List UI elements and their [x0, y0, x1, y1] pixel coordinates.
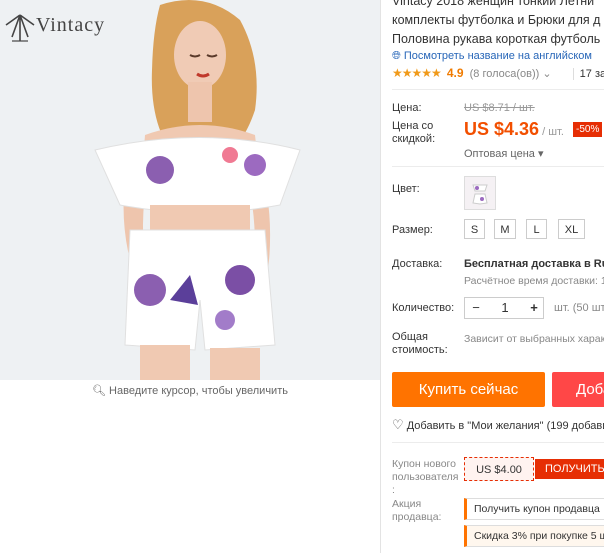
orders-count: 17 зака	[572, 68, 604, 80]
discount-badge: -50%	[573, 122, 603, 137]
seller-discount-promo: Скидка 3% при покупке 5 ш	[464, 525, 604, 547]
get-coupon-button[interactable]: ПОЛУЧИТЬ	[535, 459, 604, 479]
zoom-hint: 🔍︎ Наведите курсор, чтобы увеличить	[92, 385, 288, 397]
add-to-cart-button[interactable]: Добав	[552, 372, 604, 407]
price-unit: / шт.	[542, 126, 564, 138]
quantity-decrease-button[interactable]: −	[469, 298, 483, 318]
old-price: US $8.71 / шт.	[464, 102, 535, 114]
quantity-unit: шт. (50 шт	[554, 302, 604, 314]
new-user-coupon-label: Купон нового пользователя :	[392, 458, 459, 496]
brand-logo-text: Vintacy	[36, 14, 106, 36]
price-label: Цена:	[392, 102, 422, 114]
price-row: US $4.36 / шт. -50%	[464, 119, 603, 140]
rating-row: ★★★★★ 4.9 (8 голоса(ов)) ⌄ 17 зака	[392, 66, 604, 80]
shipping-label: Доставка:	[392, 258, 443, 270]
total-label: Общая стоимость:	[392, 331, 448, 356]
wholesale-price-link[interactable]: Оптовая цена ▾	[464, 147, 543, 160]
size-option-l[interactable]: L	[526, 219, 547, 239]
column-divider	[380, 0, 381, 553]
product-title: Vintacy 2018 женщин тонкий Летни комплек…	[392, 0, 601, 46]
product-info: Vintacy 2018 женщин тонкий Летни комплек…	[392, 0, 604, 553]
delivery-time: Расчётное время доставки: 1	[464, 275, 604, 287]
chevron-down-icon: ⌄	[542, 68, 552, 80]
swatch-image	[465, 177, 495, 209]
shipping-value: Бесплатная доставка в Rus	[464, 258, 604, 270]
size-option-xl[interactable]: XL	[558, 219, 585, 239]
separator	[392, 166, 604, 167]
color-label: Цвет:	[392, 183, 420, 195]
quantity-label: Количество:	[392, 302, 455, 314]
quantity-input[interactable]: 1	[493, 298, 517, 318]
buy-now-button[interactable]: Купить сейчас	[392, 372, 545, 407]
translate-link[interactable]: 🌐︎ Посмотреть название на английском	[392, 50, 592, 63]
current-price: US $4.36	[464, 119, 540, 139]
wishlist-link[interactable]: ♡ Добавить в "Мои желания" (199 добавил	[392, 417, 604, 433]
rating-value: 4.9	[446, 66, 464, 80]
quantity-stepper: − 1 +	[464, 297, 544, 319]
size-option-m[interactable]: M	[494, 219, 516, 239]
seller-coupon-link[interactable]: Получить купон продавца	[464, 498, 604, 520]
quantity-increase-button[interactable]: +	[527, 298, 541, 318]
discount-price-label: Цена со скидкой:	[392, 120, 436, 145]
total-value: Зависит от выбранных харак	[464, 333, 604, 345]
size-option-s[interactable]: S	[464, 219, 485, 239]
new-user-coupon-value: US $4.00	[464, 457, 534, 481]
size-label: Размер:	[392, 224, 433, 236]
model-photo-illustration	[0, 0, 380, 380]
rating-stars: ★★★★★	[392, 66, 442, 80]
globe-icon: 🌐︎	[392, 50, 401, 62]
separator	[392, 89, 604, 90]
heart-plus-icon: ♡	[392, 417, 404, 432]
color-swatch[interactable]	[464, 176, 496, 210]
magnifier-icon: 🔍︎	[92, 385, 106, 397]
product-main-image[interactable]: Vintacy	[0, 0, 380, 380]
votes-link[interactable]: (8 голоса(ов)) ⌄	[470, 68, 552, 80]
seller-promo-label: Акция продавца:	[392, 498, 442, 523]
separator	[392, 442, 604, 443]
product-gallery: Vintacy 🔍︎ Наведите курсор, чтобы увелич…	[0, 0, 380, 553]
